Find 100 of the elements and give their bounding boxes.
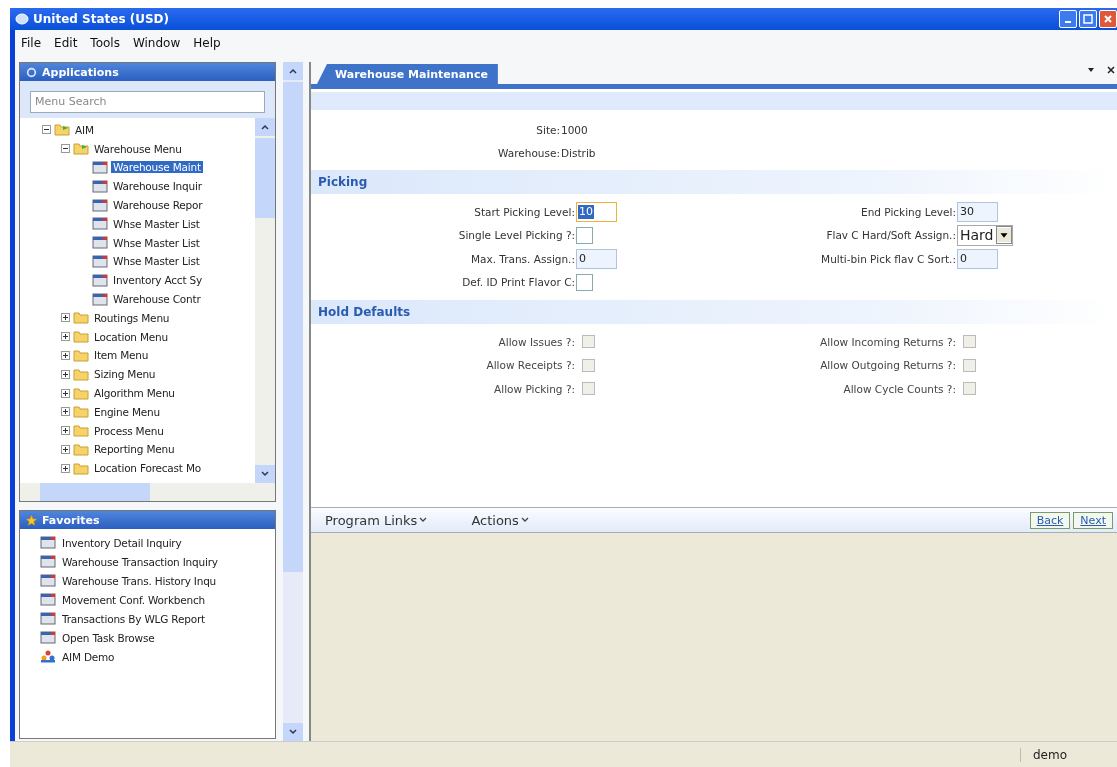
field-value: 1000 <box>561 123 589 136</box>
menu-item[interactable]: Window <box>132 36 181 50</box>
expand-icon[interactable] <box>61 332 70 342</box>
chevron-up-icon[interactable] <box>261 123 269 130</box>
window-title: United States (USD) <box>33 12 170 26</box>
tree-item[interactable]: Sizing Menu <box>92 368 158 381</box>
form-icon <box>40 574 56 587</box>
favorite-item[interactable]: AIM Demo <box>60 650 117 663</box>
star-icon <box>26 514 37 526</box>
chevron-down-icon[interactable] <box>289 729 297 735</box>
expand-icon[interactable] <box>61 444 70 454</box>
field-label: Multi-bin Pick flav C Sort.: <box>820 252 957 265</box>
favorite-item[interactable]: Open Task Browse <box>60 631 157 644</box>
form-icon <box>40 536 56 549</box>
tree-item[interactable]: Warehouse Maint <box>111 161 203 174</box>
chevron-up-icon[interactable] <box>289 68 297 74</box>
form-icon <box>92 179 108 193</box>
chevron-down-icon <box>419 517 428 523</box>
tree-item[interactable]: Inventory Acct Sy <box>111 274 204 287</box>
field-label: Single Level Picking ?: <box>457 229 576 242</box>
field-label: Allow Receipts ?: <box>485 359 576 372</box>
form-icon <box>92 254 108 268</box>
favorite-item[interactable]: Warehouse Transaction Inquiry <box>60 555 220 568</box>
field-label: Warehouse: <box>497 146 561 159</box>
tree-item[interactable]: Routings Menu <box>92 311 172 324</box>
expand-icon[interactable] <box>61 388 70 398</box>
nav-button[interactable]: Back <box>1029 511 1071 529</box>
folder-icon <box>73 367 89 381</box>
menu-item[interactable]: Tools <box>90 36 120 50</box>
tree-item[interactable]: Location Menu <box>92 330 170 343</box>
dropdown-icon[interactable] <box>1087 66 1095 74</box>
folder-icon <box>73 424 89 438</box>
tree-item[interactable]: Warehouse Repor <box>111 199 205 212</box>
dropdown-menu[interactable]: Program Links <box>325 512 428 528</box>
form-icon <box>92 217 108 231</box>
field-label: Allow Outgoing Returns ?: <box>819 359 957 372</box>
folder-icon <box>73 142 89 156</box>
close-icon[interactable] <box>1107 66 1115 74</box>
chevron-down-icon <box>520 517 529 523</box>
scrollbar[interactable] <box>255 117 275 483</box>
dropdown-arrow-icon[interactable] <box>995 226 1012 245</box>
field-label: Allow Cycle Counts ?: <box>842 382 957 395</box>
maximize-button[interactable] <box>1079 10 1097 28</box>
tree-item[interactable]: Whse Master List <box>111 236 202 249</box>
tree-item[interactable]: Warehouse Menu <box>92 142 184 155</box>
input-field[interactable]: 30 <box>957 201 998 222</box>
tree-item[interactable]: Whse Master List <box>111 217 202 230</box>
menu-item[interactable]: File <box>21 36 42 50</box>
scroll-thumb[interactable] <box>40 483 150 501</box>
folder-icon <box>73 330 89 344</box>
close-button[interactable] <box>1099 10 1117 28</box>
tree-item[interactable]: Location Forecast Mo <box>92 462 203 475</box>
expand-icon[interactable] <box>61 313 70 323</box>
form-icon <box>40 555 56 568</box>
collapse-icon[interactable] <box>61 144 70 154</box>
tree-item[interactable]: Warehouse Contr <box>111 293 203 306</box>
tab[interactable]: Warehouse Maintenance <box>317 64 498 84</box>
favorite-item[interactable]: Warehouse Trans. History Inqu <box>60 574 219 587</box>
scrollbar[interactable] <box>283 62 303 741</box>
tree-item[interactable]: Algorithm Menu <box>92 387 177 400</box>
expand-icon[interactable] <box>61 463 70 473</box>
chevron-down-icon[interactable] <box>261 471 269 477</box>
favorite-item[interactable]: Movement Conf. Workbench <box>60 593 207 606</box>
tree-item[interactable]: Whse Master List <box>111 255 202 268</box>
people-icon <box>40 650 56 663</box>
field-label: Allow Picking ?: <box>493 382 576 395</box>
menu-item[interactable]: Help <box>193 36 221 50</box>
minimize-button[interactable] <box>1059 10 1077 28</box>
favorite-item[interactable]: Inventory Detail Inquiry <box>60 536 184 549</box>
nav-button[interactable]: Next <box>1073 511 1113 529</box>
status-user: demo <box>1019 747 1067 762</box>
field-label: Site: <box>535 123 561 136</box>
input-field[interactable]: 10 <box>576 201 617 222</box>
checkbox[interactable] <box>576 273 593 291</box>
search-field[interactable]: Menu Search <box>30 90 265 113</box>
tree-item[interactable]: Engine Menu <box>92 405 162 418</box>
tree-item[interactable]: Warehouse Inquir <box>111 180 204 193</box>
expand-icon[interactable] <box>61 350 70 360</box>
checkbox[interactable] <box>576 226 593 244</box>
panel-title: Applications <box>42 65 119 79</box>
folder-icon <box>73 442 89 456</box>
tree-item[interactable]: Process Menu <box>92 424 166 437</box>
favorite-item[interactable]: Transactions By WLG Report <box>60 612 207 625</box>
expand-icon[interactable] <box>61 426 70 436</box>
scrollbar[interactable] <box>20 483 275 501</box>
scroll-thumb[interactable] <box>255 137 275 218</box>
collapse-icon[interactable] <box>42 125 51 135</box>
tree-item[interactable]: Item Menu <box>92 349 151 362</box>
input-field[interactable]: 0 <box>576 248 617 269</box>
input-field[interactable]: 0 <box>957 248 998 269</box>
folder-icon <box>73 386 89 400</box>
dropdown-menu[interactable]: Actions <box>471 512 529 528</box>
tree-item[interactable]: AIM <box>73 123 96 136</box>
tree-item[interactable]: Reporting Menu <box>92 443 177 456</box>
expand-icon[interactable] <box>61 369 70 379</box>
dropdown[interactable]: Hard <box>957 224 1013 246</box>
menu-item[interactable]: Edit <box>54 36 78 50</box>
expand-icon[interactable] <box>61 407 70 417</box>
scroll-thumb[interactable] <box>283 82 303 572</box>
field-label: Flav C Hard/Soft Assign.: <box>825 229 957 242</box>
